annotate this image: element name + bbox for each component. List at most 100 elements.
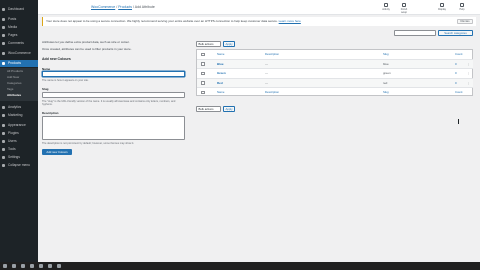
apply-button-top[interactable]: Apply [223,41,235,47]
term-slug: blue [383,61,389,66]
column-slug[interactable]: Slug [383,50,389,59]
megaphone-icon [2,114,5,117]
plugin-icon [2,132,5,135]
search-taskbar-icon[interactable] [12,264,16,268]
collapse-icon [2,164,5,167]
term-description: — [265,80,268,85]
term-name-link[interactable]: Green [217,69,226,78]
media-icon [2,26,5,29]
term-slug: green [383,71,391,75]
submenu-add-new[interactable]: Add New [0,75,38,80]
column-count[interactable]: Count [455,50,462,59]
search-input[interactable] [394,30,436,36]
submenu-attributes[interactable]: Attributes [0,93,38,98]
row-checkbox[interactable] [201,81,205,85]
wrench-icon [2,148,5,151]
woocommerce-icon [2,52,5,55]
sidebar-item-dashboard[interactable]: Dashboard [0,6,38,13]
mouse-cursor [458,119,459,124]
browser-icon[interactable] [30,264,34,268]
header-display-button[interactable]: Display [436,3,448,13]
select-all-checkbox[interactable] [201,52,205,57]
page-icon [2,34,5,37]
sidebar-item-plugins[interactable]: Plugins [0,130,38,137]
sidebar-item-posts[interactable]: Posts [0,16,38,23]
users-icon [2,140,5,143]
sidebar-item-marketing[interactable]: Marketing [0,112,38,119]
header-help-button[interactable]: Help [456,3,468,13]
submenu-categories[interactable]: Categories [0,81,38,86]
term-count[interactable]: 0 [455,69,457,78]
form-intro: Attributes let you define extra product … [42,40,130,44]
name-help: The name is how it appears on your site. [42,79,89,82]
sidebar-item-products[interactable]: Products [0,60,38,67]
breadcrumb-current: Add Attribute [134,5,155,9]
drag-handle-icon[interactable]: ⋮ [467,60,470,69]
slug-input[interactable] [42,92,185,98]
row-checkbox[interactable] [201,71,205,76]
table-header-row: Name Description Slug Count [197,50,473,60]
app-icon[interactable] [57,264,61,268]
description-help: The description is not prominent by defa… [42,142,135,145]
column-name-footer[interactable]: Name [217,88,224,97]
checklist-icon [402,3,406,7]
breadcrumb-woocommerce[interactable]: WooCommerce [91,5,115,9]
products-submenu: All Products Add New Categories Tags Att… [0,68,38,101]
notice-learn-more-link[interactable]: Learn more here [279,19,301,23]
row-checkbox[interactable] [201,62,205,66]
term-description: — [265,61,268,66]
header-finish-setup-button[interactable]: Finish setup [398,3,410,14]
column-description-footer[interactable]: Description [265,88,279,97]
sidebar-item-tools[interactable]: Tools [0,146,38,153]
pin-icon [2,18,5,21]
term-count[interactable]: 0 [455,79,457,88]
sidebar-item-woocommerce[interactable]: WooCommerce [0,50,38,57]
sidebar-item-appearance[interactable]: Appearance [0,122,38,129]
add-new-heading: Add new Colours [42,57,71,61]
column-name[interactable]: Name [217,50,224,59]
https-notice: Your store does not appear to be using a… [42,17,476,26]
term-name-link[interactable]: Blue [217,60,224,69]
drag-handle-icon[interactable]: ⋮ [467,69,470,78]
term-name-link[interactable]: Red [217,79,223,88]
breadcrumb-products[interactable]: Products [118,5,132,9]
sidebar-item-analytics[interactable]: Analytics [0,104,38,111]
column-count-footer[interactable]: Count [455,88,462,97]
description-textarea[interactable] [42,116,185,140]
folder-icon[interactable] [39,264,43,268]
submenu-tags[interactable]: Tags [0,87,38,92]
woocommerce-header: WooCommerce / Products / Add Attribute A… [38,0,480,15]
slug-help: The "slug" is the URL-friendly version o… [42,100,176,107]
drag-handle-icon[interactable]: ⋮ [467,79,470,88]
start-icon[interactable] [3,264,7,268]
sidebar-item-users[interactable]: Users [0,138,38,145]
term-description: — [265,71,268,75]
column-description[interactable]: Description [265,50,279,59]
bulk-actions-select-bottom[interactable]: Bulk actions [196,106,221,112]
sidebar-item-pages[interactable]: Pages [0,32,38,39]
bulk-actions-select-top[interactable]: Bulk actions [196,41,221,47]
name-input[interactable] [42,71,185,77]
select-all-checkbox-footer[interactable] [201,90,205,95]
sidebar-item-media[interactable]: Media [0,24,38,31]
table-footer-row: Name Description Slug Count [197,88,473,98]
search-button[interactable]: Search categories [438,30,473,36]
header-activity-button[interactable]: Activity [380,3,392,13]
term-slug: red [383,80,388,85]
sidebar-item-comments[interactable]: Comments [0,40,38,47]
chart-icon [2,106,5,109]
term-count[interactable]: 0 [455,60,457,69]
apply-button-bottom[interactable]: Apply [223,106,235,112]
notice-dismiss-button[interactable]: Dismiss [457,19,473,24]
settings-icon [2,156,5,159]
column-slug-footer[interactable]: Slug [383,88,389,97]
submenu-all-products[interactable]: All Products [0,69,38,74]
add-new-button[interactable]: Add new Colours [42,149,72,155]
sidebar-collapse[interactable]: Collapse menu [0,162,38,169]
admin-sidebar: Dashboard Posts Media Pages Comments Woo… [0,0,38,270]
sidebar-item-settings[interactable]: Settings [0,154,38,161]
app-icon[interactable] [48,264,52,268]
table-row: Green — green 0 ⋮ [197,69,473,79]
task-view-icon[interactable] [21,264,25,268]
dashboard-icon [2,8,5,11]
